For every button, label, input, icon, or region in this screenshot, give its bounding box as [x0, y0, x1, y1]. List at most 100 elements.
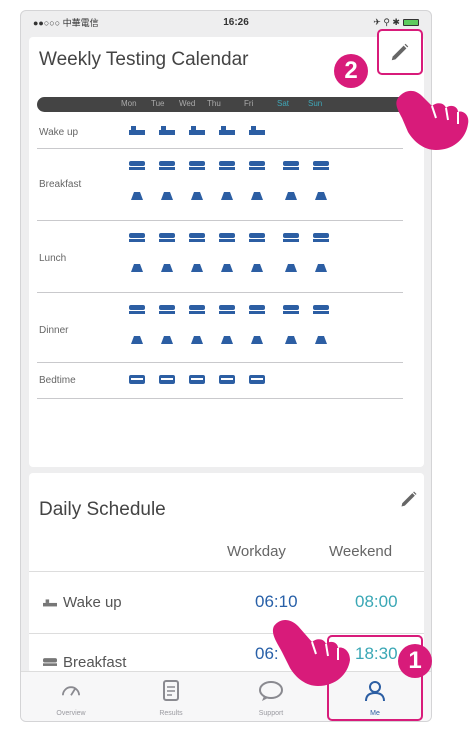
pencil-icon: [401, 491, 417, 507]
meal-test-icon: [129, 263, 145, 272]
carrier-label: ●●○○○ 中華電信: [33, 17, 99, 28]
col-workday: Workday: [227, 543, 286, 560]
meal-test-icon: [249, 161, 265, 170]
breakfast-icon: [43, 658, 57, 666]
meal-test-icon: [189, 305, 205, 314]
meal-test-icon: [249, 233, 265, 242]
schedule-label: Wake up: [63, 594, 122, 611]
meal-test-icon: [189, 263, 205, 272]
meal-test-icon: [283, 305, 299, 314]
meal-test-icon: [159, 161, 175, 170]
meal-test-icon: [313, 233, 329, 242]
meal-test-icon: [129, 161, 145, 170]
meal-test-icon: [249, 335, 265, 344]
day-mon: Mon: [121, 99, 137, 108]
tab-results[interactable]: Results: [121, 672, 221, 721]
edit-calendar-button[interactable]: [377, 29, 423, 75]
day-fri: Fri: [244, 99, 254, 108]
wakeup-icon: [43, 599, 57, 607]
step-badge-1: 1: [398, 644, 432, 678]
meal-test-icon: [313, 335, 329, 344]
meal-test-icon: [189, 375, 205, 384]
tab-label: Results: [159, 710, 183, 717]
row-label: Lunch: [39, 253, 67, 264]
meal-test-icon: [283, 161, 299, 170]
meal-test-icon: [129, 191, 145, 200]
meal-test-icon: [189, 233, 205, 242]
tab-label: Support: [258, 710, 284, 717]
meal-test-icon: [219, 126, 235, 135]
meal-test-icon: [159, 375, 175, 384]
meal-test-icon: [159, 126, 175, 135]
row-label: Bedtime: [39, 375, 76, 386]
col-weekend: Weekend: [329, 543, 393, 560]
pencil-icon: [391, 43, 409, 61]
meal-test-icon: [249, 305, 265, 314]
meal-test-icon: [219, 305, 235, 314]
day-sun: Sun: [308, 99, 323, 108]
meal-test-icon: [249, 375, 265, 384]
workday-time[interactable]: 06:10: [255, 592, 298, 612]
meal-test-icon: [219, 191, 235, 200]
meal-test-icon: [313, 263, 329, 272]
meal-test-icon: [283, 263, 299, 272]
day-wed: Wed: [179, 99, 196, 108]
battery-icon: [402, 18, 419, 26]
meal-test-icon: [129, 375, 145, 384]
meal-test-icon: [189, 126, 205, 135]
meal-test-icon: [249, 263, 265, 272]
gauge-icon: [62, 686, 80, 696]
row-label: Dinner: [39, 325, 69, 336]
day-sat: Sat: [277, 99, 290, 108]
meal-test-icon: [283, 233, 299, 242]
edit-schedule-button[interactable]: [399, 489, 419, 509]
meal-test-icon: [159, 191, 175, 200]
calendar-row-dinner[interactable]: Dinner: [37, 293, 403, 363]
meal-test-icon: [219, 335, 235, 344]
meal-test-icon: [189, 191, 205, 200]
meal-test-icon: [129, 126, 145, 135]
meal-test-icon: [159, 263, 175, 272]
schedule-title: Daily Schedule: [39, 499, 166, 520]
day-thu: Thu: [207, 99, 221, 108]
meal-test-icon: [313, 305, 329, 314]
tab-label: Overview: [56, 710, 86, 717]
meal-test-icon: [219, 161, 235, 170]
pointing-hand-icon: [272, 620, 350, 686]
row-label: Breakfast: [39, 179, 82, 190]
status-bar: ●●○○○ 中華電信 16:26 ✈ ⚲ ✱: [21, 11, 431, 33]
meal-test-icon: [219, 375, 235, 384]
meal-test-icon: [283, 335, 299, 344]
meal-test-icon: [159, 335, 175, 344]
calendar-title: Weekly Testing Calendar: [39, 49, 249, 70]
step-badge-2: 2: [334, 54, 368, 88]
document-icon: [163, 680, 179, 701]
day-header-bar: Mon Tue Wed Thu Fri Sat Sun: [37, 97, 411, 112]
status-icons: ✈ ⚲ ✱: [373, 17, 419, 28]
meal-test-icon: [249, 191, 265, 200]
meal-test-icon: [129, 305, 145, 314]
day-tue: Tue: [151, 99, 165, 108]
meal-test-icon: [129, 335, 145, 344]
status-time: 16:26: [223, 16, 249, 28]
schedule-row-wakeup[interactable]: Wake up 06:10 08:00: [29, 571, 424, 633]
meal-test-icon: [159, 305, 175, 314]
schedule-label: Breakfast: [63, 654, 127, 671]
calendar-row-breakfast[interactable]: Breakfast: [37, 149, 403, 221]
meal-test-icon: [219, 233, 235, 242]
phone-screen: ●●○○○ 中華電信 16:26 ✈ ⚲ ✱ Weekly Testing Ca…: [20, 10, 432, 722]
meal-test-icon: [313, 161, 329, 170]
meal-test-icon: [313, 191, 329, 200]
weekend-time[interactable]: 08:00: [355, 592, 398, 612]
meal-test-icon: [159, 233, 175, 242]
meal-test-icon: [129, 233, 145, 242]
meal-test-icon: [189, 335, 205, 344]
meal-test-icon: [249, 126, 265, 135]
meal-test-icon: [283, 191, 299, 200]
pointing-hand-icon: [396, 90, 469, 150]
meal-test-icon: [219, 263, 235, 272]
tab-overview[interactable]: Overview: [21, 672, 121, 721]
meal-test-icon: [189, 161, 205, 170]
calendar-row-lunch[interactable]: Lunch: [37, 221, 403, 293]
row-label: Wake up: [39, 127, 79, 138]
